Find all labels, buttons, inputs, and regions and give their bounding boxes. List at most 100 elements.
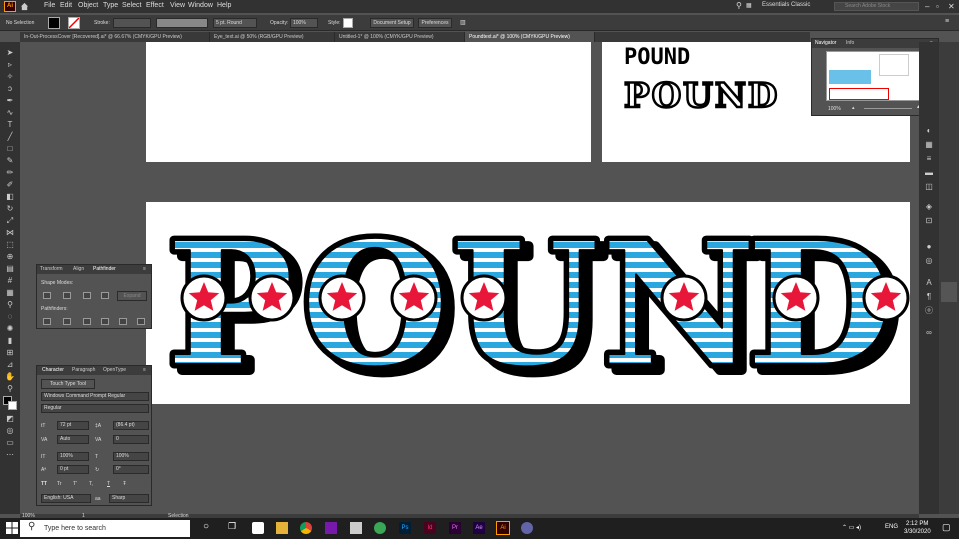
indesign-icon[interactable]: Id [424, 522, 436, 534]
superscript-button[interactable]: T' [73, 481, 77, 487]
notifications-icon[interactable]: ▢ [942, 522, 951, 533]
menu-window[interactable]: Window [188, 2, 213, 9]
zoom-slider[interactable] [864, 108, 912, 109]
panel-menu-icon[interactable]: ≡ [143, 266, 146, 272]
unite-button[interactable] [43, 292, 51, 299]
tab-opentype[interactable]: OpenType [103, 367, 126, 373]
type-tool-icon[interactable]: T [5, 120, 15, 130]
menu-object[interactable]: Object [78, 2, 98, 9]
navigator-zoom[interactable]: 100% [828, 106, 841, 112]
stroke-panel-icon[interactable]: ≡ [924, 154, 934, 164]
panel-menu-icon[interactable]: ≡ [143, 367, 146, 373]
panel-menu-icon[interactable]: ≡ [945, 18, 949, 25]
underline-button[interactable]: T [107, 481, 110, 487]
horizontal-scale-field[interactable]: 100% [113, 452, 149, 461]
graphic-styles-panel-icon[interactable]: ◎ [924, 256, 934, 266]
tracking-field[interactable]: 0 [113, 435, 149, 444]
zoom-out-icon[interactable]: ▴ [852, 105, 855, 111]
slack-icon[interactable] [374, 522, 386, 534]
gradient-tool-icon[interactable]: ▦ [5, 288, 15, 298]
minus-front-button[interactable] [63, 292, 71, 299]
anti-alias-dropdown[interactable]: Sharp [109, 494, 149, 503]
rotate-tool-icon[interactable]: ↻ [5, 204, 15, 214]
menu-select[interactable]: Select [122, 2, 141, 9]
layers-panel-icon[interactable]: ◈ [924, 202, 934, 212]
outline-button[interactable] [119, 318, 127, 325]
tab-poundtext[interactable]: Poundtext.ai* @ 100% (CMYK/GPU Preview) [465, 32, 595, 42]
shape-builder-tool-icon[interactable]: ⊕ [5, 252, 15, 262]
line-tool-icon[interactable]: ╱ [5, 132, 15, 142]
file-explorer-icon[interactable] [276, 522, 288, 534]
snipping-icon[interactable] [350, 522, 362, 534]
font-style-dropdown[interactable]: Regular [41, 404, 149, 413]
stock-search-input[interactable]: Search Adobe Stock [834, 2, 919, 11]
artboard-tool-icon[interactable]: ⊞ [5, 348, 15, 358]
draw-mode-icon[interactable]: ◎ [5, 426, 15, 436]
font-family-dropdown[interactable]: Windows Command Prompt Regular [41, 392, 149, 401]
illustrator-taskbar-icon[interactable]: Ai [496, 521, 510, 535]
links-panel-icon[interactable]: ∞ [924, 328, 934, 338]
menu-edit[interactable]: Edit [60, 2, 72, 9]
artboards-panel-icon[interactable]: ⊡ [924, 216, 934, 226]
tab-eye-text[interactable]: Eye_text.ai @ 50% (RGB/GPU Preview) [210, 32, 335, 42]
pen-tool-icon[interactable]: ✒ [5, 96, 15, 106]
tab-align[interactable]: Align [73, 266, 84, 272]
artboard-top-left[interactable] [146, 42, 591, 162]
align-icon[interactable]: ▥ [460, 19, 466, 26]
cortana-icon[interactable]: ○ [203, 521, 209, 532]
onenote-icon[interactable] [325, 522, 337, 534]
arrange-icon[interactable]: ▦ [746, 2, 752, 9]
input-language[interactable]: ENG [885, 524, 898, 530]
magic-wand-tool-icon[interactable]: ✧ [5, 72, 15, 82]
subscript-button[interactable]: T, [89, 481, 93, 487]
selection-tool-icon[interactable]: ➤ [5, 48, 15, 58]
scroll-thumb[interactable] [941, 282, 957, 302]
width-tool-icon[interactable]: ⋈ [5, 228, 15, 238]
variable-width-dropdown[interactable] [156, 18, 208, 28]
style-swatch[interactable] [343, 18, 353, 28]
workspace-switcher[interactable]: Essentials Classic [762, 2, 810, 8]
preferences-button[interactable]: Preferences [418, 18, 452, 28]
transparency-panel-icon[interactable]: ◫ [924, 182, 934, 192]
tab-pathfinder[interactable]: Pathfinder [93, 266, 116, 272]
hand-tool-icon[interactable]: ✋ [5, 372, 15, 382]
minimize-button[interactable]: – [925, 2, 929, 11]
merge-button[interactable] [83, 318, 91, 325]
color-panel-icon[interactable]: ◐ [924, 126, 934, 136]
home-icon[interactable] [20, 2, 29, 11]
pencil-tool-icon[interactable]: ✏ [5, 168, 15, 178]
touch-type-tool-button[interactable]: Touch Type Tool [41, 379, 95, 389]
character-panel-icon[interactable]: A [924, 278, 934, 288]
clock-time[interactable]: 2:12 PM [906, 521, 928, 527]
stroke-color-swatch[interactable] [8, 401, 17, 410]
gradient-panel-icon[interactable]: ▬ [924, 168, 934, 178]
minus-back-button[interactable] [137, 318, 145, 325]
curvature-tool-icon[interactable]: ∿ [5, 108, 15, 118]
menu-type[interactable]: Type [103, 2, 118, 9]
language-dropdown[interactable]: English: USA [41, 494, 91, 503]
paragraph-panel-icon[interactable]: ¶ [924, 292, 934, 302]
photoshop-icon[interactable]: Ps [399, 522, 411, 534]
character-rotation-field[interactable]: 0° [113, 465, 149, 474]
free-transform-tool-icon[interactable]: ⬚ [5, 240, 15, 250]
tab-transform[interactable]: Transform [40, 266, 63, 272]
tablet-app-icon[interactable] [252, 522, 264, 534]
screen-mode-icon[interactable]: ▭ [5, 438, 15, 448]
opentype-panel-icon[interactable]: ⓞ [924, 306, 934, 316]
paintbrush-tool-icon[interactable]: ✎ [5, 156, 15, 166]
menu-help[interactable]: Help [217, 2, 231, 9]
trim-button[interactable] [63, 318, 71, 325]
tab-info[interactable]: Info [846, 40, 854, 46]
expand-button[interactable]: Expand [117, 291, 147, 301]
vertical-scrollbar[interactable] [939, 42, 959, 514]
strikethrough-button[interactable]: Ŧ [123, 481, 126, 487]
shaper-tool-icon[interactable]: ✐ [5, 180, 15, 190]
taskbar-search-input[interactable]: Type here to search [20, 520, 190, 537]
brush-dropdown[interactable]: 5 pt. Round [213, 18, 257, 28]
tab-untitled-1[interactable]: Untitled-1* @ 100% (CMYK/GPU Preview) [335, 32, 465, 42]
intersect-button[interactable] [83, 292, 91, 299]
swatches-panel-icon[interactable]: ▦ [924, 140, 934, 150]
appearance-panel-icon[interactable]: ● [924, 242, 934, 252]
column-graph-tool-icon[interactable]: ▮ [5, 336, 15, 346]
crop-button[interactable] [101, 318, 109, 325]
